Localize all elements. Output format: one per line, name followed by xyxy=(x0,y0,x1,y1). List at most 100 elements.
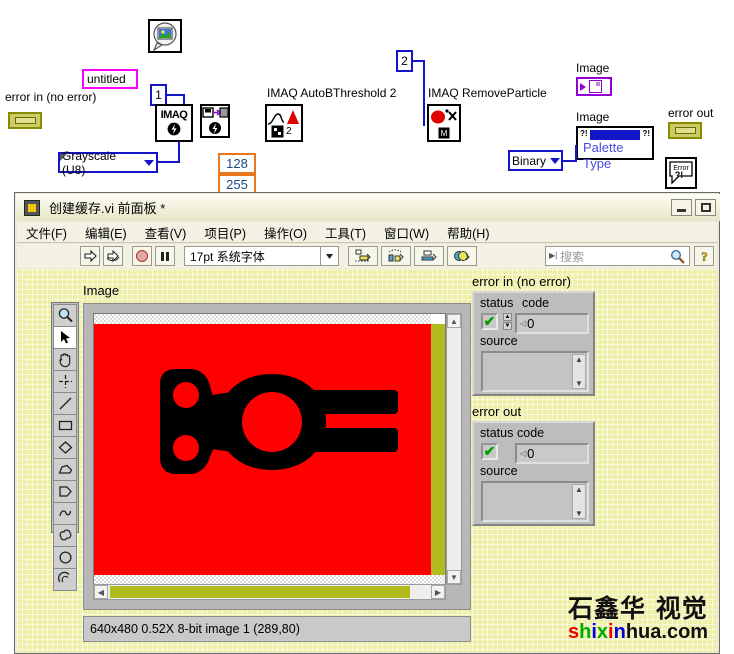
menu-item-window[interactable]: 窗口(W) xyxy=(375,223,438,242)
error-out-code-value: 0 xyxy=(527,446,534,461)
block-diagram[interactable]: untitled 1 IMAQ error in (no error) xyxy=(0,0,734,196)
window-maximize-button[interactable] xyxy=(695,199,716,216)
spinner-up-icon[interactable]: ▲ xyxy=(503,313,512,321)
image-tool-rotated-rectangle[interactable] xyxy=(53,436,77,459)
image-canvas[interactable] xyxy=(94,324,431,575)
path-control-untitled[interactable]: untitled xyxy=(82,69,138,89)
image-display-icon[interactable] xyxy=(148,19,182,53)
image-tool-point[interactable] xyxy=(53,370,77,393)
toolbar[interactable]: 17pt 系统字体 xyxy=(17,244,717,268)
spinner-down-icon[interactable]: ▼ xyxy=(503,322,512,330)
scroll-thumb-horizontal[interactable] xyxy=(110,586,410,598)
image-display-palette-node[interactable]: ?! ?! Palette Type xyxy=(576,126,654,160)
error-in-label: error in (no error) xyxy=(5,90,96,104)
error-out-label: error out xyxy=(668,106,713,120)
image-tool-freehand-region[interactable] xyxy=(53,524,77,547)
numeric-control-2[interactable]: 2 xyxy=(396,50,413,72)
image-tool-zoom[interactable] xyxy=(53,304,77,327)
image-display-control[interactable]: ▲ ▼ ◀ ▶ xyxy=(83,303,471,610)
error-out-source-scrollbar[interactable]: ▲ ▼ xyxy=(572,484,586,519)
image-tool-rectangle[interactable] xyxy=(53,414,77,437)
menu-item-file[interactable]: 文件(F) xyxy=(17,223,76,242)
resize-objects-button[interactable] xyxy=(414,246,444,266)
distribute-objects-button[interactable] xyxy=(381,246,411,266)
context-help-button[interactable]: ? xyxy=(694,246,714,266)
simple-error-handler-node[interactable]: Error ?! xyxy=(665,157,697,189)
scroll-right-arrow-icon[interactable]: ▶ xyxy=(431,585,445,599)
image-tool-palette[interactable] xyxy=(51,302,79,533)
enum-grayscale[interactable]: Grayscale (U8) xyxy=(58,152,158,173)
scroll-down-arrow-icon[interactable]: ▼ xyxy=(447,570,461,584)
error-out-code-label: code xyxy=(517,426,544,440)
scroll-up-arrow-icon[interactable]: ▲ xyxy=(447,314,461,328)
error-out-cluster[interactable]: status code ✔ ◁ 0 source ▲ ▼ xyxy=(472,421,595,526)
menu-item-project[interactable]: 项目(P) xyxy=(195,223,255,242)
align-objects-button[interactable] xyxy=(348,246,378,266)
watermark-letter: h xyxy=(579,621,591,643)
scroll-up-arrow-icon-3[interactable]: ▲ xyxy=(575,485,583,494)
chevron-down-icon[interactable] xyxy=(144,160,154,166)
scroll-down-arrow-icon-3[interactable]: ▼ xyxy=(575,509,583,518)
wire-grayscale-v xyxy=(178,141,180,163)
wire-grayscale-h xyxy=(158,161,180,163)
error-in-cluster[interactable]: status code ✔ ▲ ▼ ◁ 0 source ▲ ▼ xyxy=(472,291,595,396)
image-tool-annulus[interactable] xyxy=(53,568,77,591)
image-scrollbar-vertical[interactable]: ▲ ▼ xyxy=(446,313,462,585)
error-in-terminal[interactable] xyxy=(8,112,42,129)
error-in-code-field[interactable]: ◁ 0 xyxy=(515,313,589,334)
chevron-down-icon-font[interactable] xyxy=(320,247,338,265)
image-indicator-top[interactable] xyxy=(576,77,612,96)
imaq-autobthreshold-node[interactable]: 2 xyxy=(265,104,303,142)
error-in-code-spinner[interactable]: ▲ ▼ xyxy=(503,313,512,330)
range-control-min[interactable]: 128 xyxy=(218,153,256,174)
magnifier-icon[interactable] xyxy=(670,249,685,267)
menu-item-edit[interactable]: 编辑(E) xyxy=(76,223,136,242)
imaq-remove-particle-node[interactable]: M xyxy=(427,104,461,142)
error-in-source-scrollbar[interactable]: ▲ ▼ xyxy=(572,354,586,389)
search-dropdown-icon[interactable]: ▶| xyxy=(549,251,557,260)
svg-text:?!: ?! xyxy=(675,170,684,180)
watermark-letter: c xyxy=(667,621,678,643)
error-out-source-field: ▲ ▼ xyxy=(481,481,589,522)
menu-bar[interactable]: 文件(F) 编辑(E) 查看(V) 项目(P) 操作(O) 工具(T) 窗口(W… xyxy=(17,222,717,243)
scroll-down-arrow-icon-2[interactable]: ▼ xyxy=(575,379,583,388)
font-selector-value: 17pt 系统字体 xyxy=(190,248,265,265)
menu-item-help[interactable]: 帮助(H) xyxy=(438,223,498,242)
image-tool-oval[interactable] xyxy=(53,546,77,569)
image-scrollbar-horizontal[interactable]: ◀ ▶ xyxy=(93,584,446,600)
image-tool-selection[interactable] xyxy=(53,326,77,349)
watermark-letter: u xyxy=(638,621,650,643)
menu-item-view[interactable]: 查看(V) xyxy=(136,223,196,242)
numeric-control-1[interactable]: 1 xyxy=(150,84,167,106)
image-tool-polygon[interactable] xyxy=(53,458,77,481)
font-selector[interactable]: 17pt 系统字体 xyxy=(184,246,339,266)
error-in-terminal-glyph xyxy=(15,117,36,124)
reorder-objects-button[interactable] xyxy=(447,246,477,266)
error-out-terminal[interactable] xyxy=(668,122,702,139)
run-continuously-button[interactable] xyxy=(103,246,123,266)
scroll-left-arrow-icon[interactable]: ◀ xyxy=(94,585,108,599)
error-in-source-field[interactable]: ▲ ▼ xyxy=(481,351,589,392)
enum-binary[interactable]: Binary xyxy=(508,150,563,171)
scroll-up-arrow-icon-2[interactable]: ▲ xyxy=(575,355,583,364)
error-in-status-checkbox[interactable]: ✔ xyxy=(481,313,498,330)
window-minimize-button[interactable] xyxy=(671,199,692,216)
indicator-arrow-icon xyxy=(580,83,586,91)
search-input[interactable]: ▶| 搜索 xyxy=(545,246,690,266)
menu-item-tools[interactable]: 工具(T) xyxy=(316,223,375,242)
image-tool-line[interactable] xyxy=(53,392,77,415)
image-tool-broken-line[interactable] xyxy=(53,480,77,503)
abort-button[interactable] xyxy=(132,246,152,266)
run-button[interactable] xyxy=(80,246,100,266)
error-out-status-checkbox: ✔ xyxy=(481,443,498,460)
image-tool-pan[interactable] xyxy=(53,348,77,371)
watermark-letter: h xyxy=(626,621,638,643)
pause-button[interactable] xyxy=(155,246,175,266)
image-canvas-wrapper[interactable] xyxy=(93,313,446,585)
window-titlebar[interactable]: 创建缓存.vi 前面板 * xyxy=(16,194,720,221)
image-tool-freehand-line[interactable] xyxy=(53,502,77,525)
palette-type-label: Palette Type xyxy=(578,140,652,172)
menu-item-operate[interactable]: 操作(O) xyxy=(255,223,316,242)
image-checker-top xyxy=(94,314,431,324)
chevron-down-icon-binary[interactable] xyxy=(550,158,560,164)
